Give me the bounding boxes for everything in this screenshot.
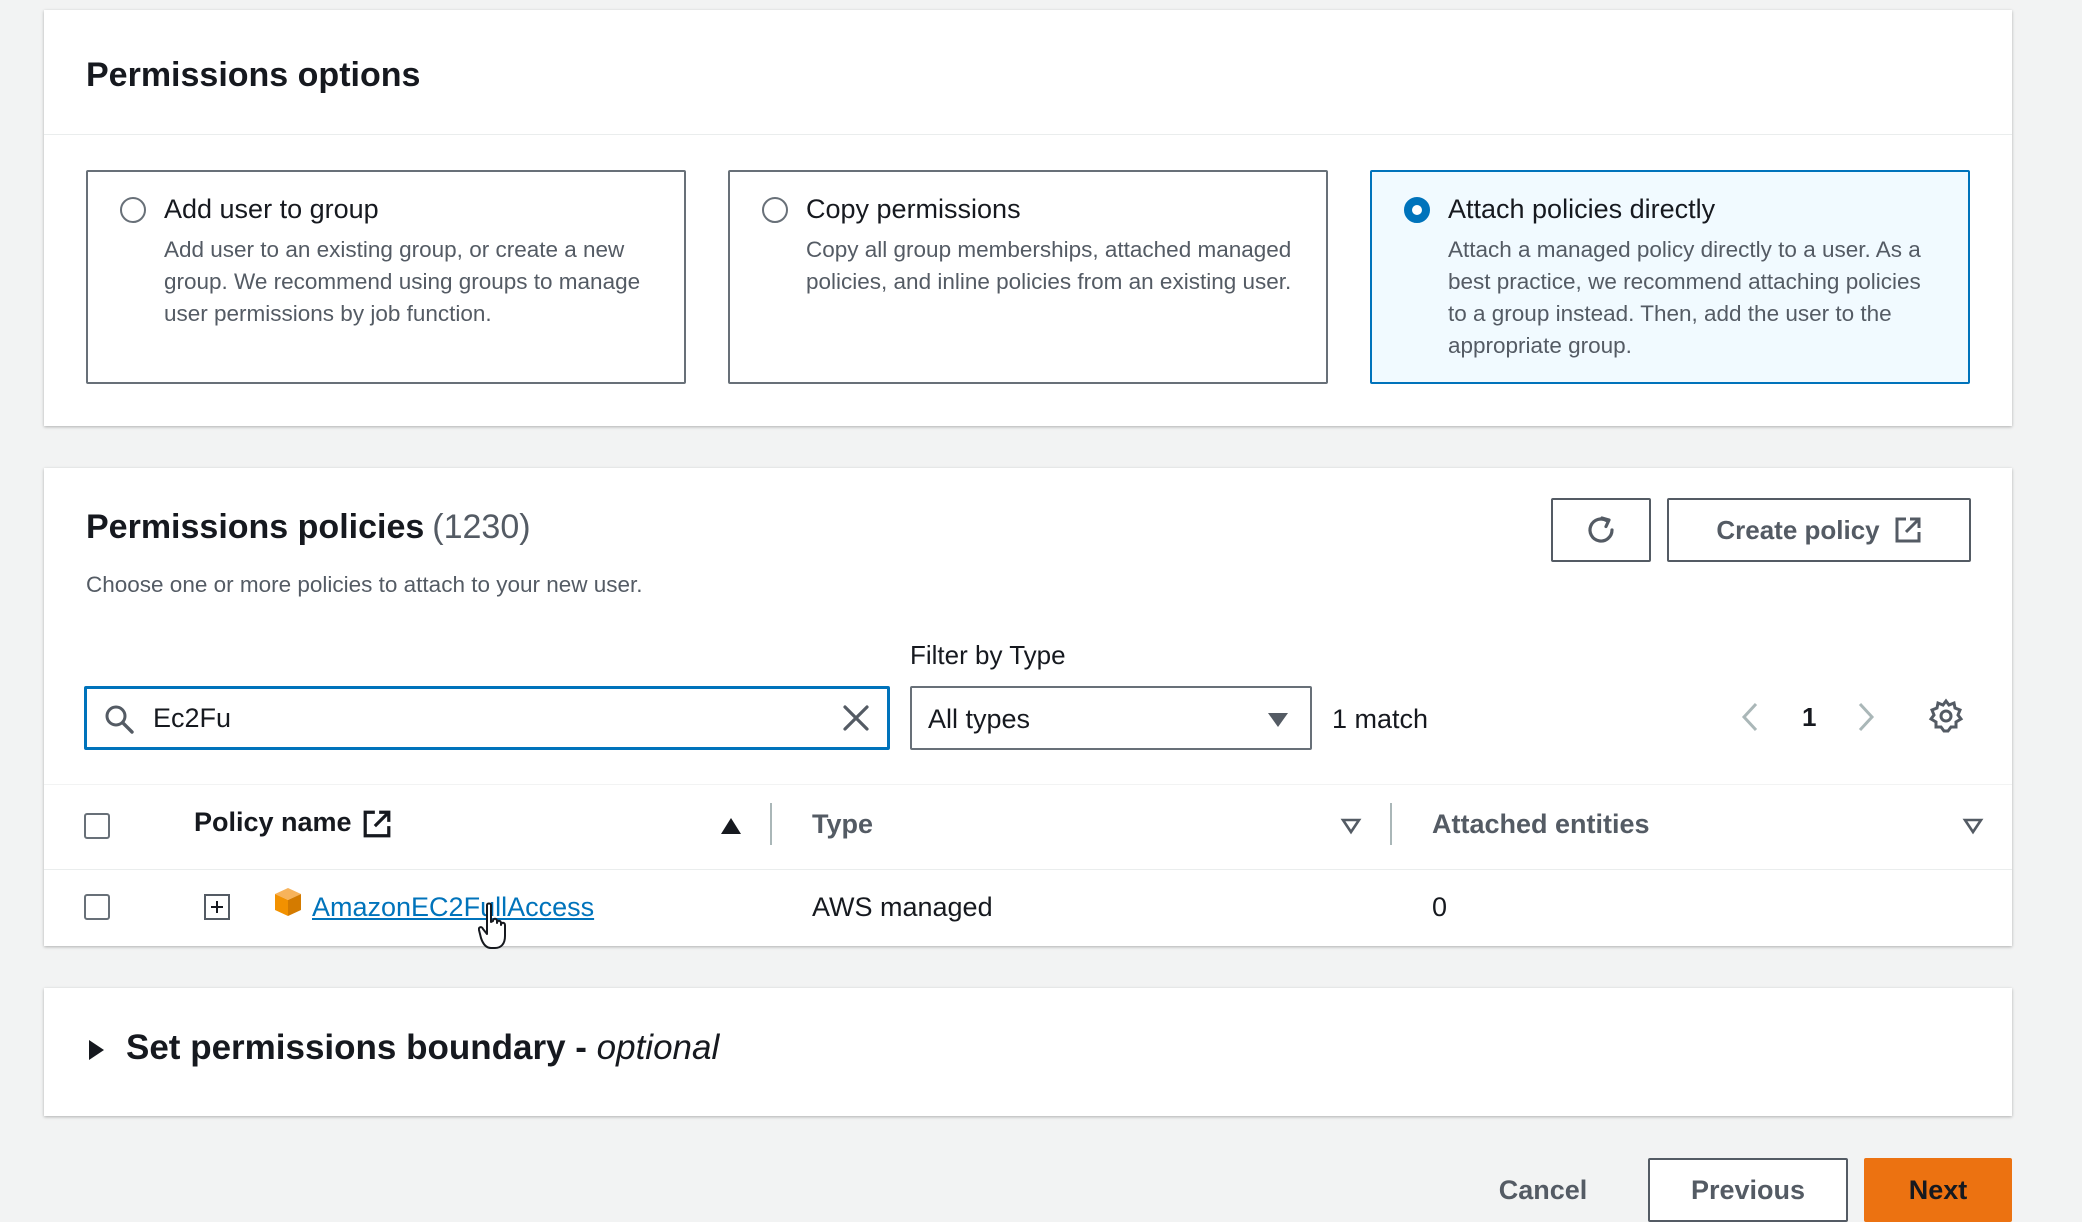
match-count: 1 match bbox=[1332, 704, 1429, 734]
gear-icon[interactable] bbox=[1928, 698, 1964, 734]
column-divider[interactable] bbox=[770, 803, 772, 845]
option-description: Attach a managed policy directly to a us… bbox=[1448, 237, 1921, 358]
table-row: AmazonEC2FullAccess AWS managed 0 bbox=[44, 868, 2012, 946]
search-icon bbox=[105, 705, 134, 734]
permissions-policies-panel: Permissions policies (1230) Choose one or… bbox=[44, 468, 2012, 946]
policy-name-link[interactable]: AmazonEC2FullAccess bbox=[312, 892, 594, 923]
policies-title-text: Permissions policies bbox=[86, 508, 425, 546]
column-type[interactable]: Type bbox=[812, 809, 873, 840]
hand-pointer-icon bbox=[478, 902, 506, 949]
option-description: Add user to an existing group, or create… bbox=[164, 237, 641, 326]
create-policy-label: Create policy bbox=[1716, 514, 1880, 545]
expand-row-icon[interactable] bbox=[204, 894, 230, 920]
permissions-boundary-panel: Set permissions boundary - optional bbox=[44, 988, 2012, 1116]
chevron-left-icon[interactable] bbox=[1738, 700, 1762, 734]
permissions-options-header: Permissions options bbox=[44, 10, 2012, 135]
create-policy-button[interactable]: Create policy bbox=[1667, 498, 1971, 562]
filter-by-type-label: Filter by Type bbox=[910, 640, 1066, 670]
column-policy-name[interactable]: Policy name bbox=[194, 807, 352, 838]
option-add-user-to-group[interactable]: Add user to group Add user to an existin… bbox=[86, 170, 686, 384]
clear-icon[interactable] bbox=[839, 701, 873, 735]
chevron-right-icon[interactable] bbox=[1854, 700, 1878, 734]
external-link-icon bbox=[1895, 517, 1921, 543]
radio-add-user-to-group[interactable] bbox=[120, 197, 146, 223]
boundary-optional: optional bbox=[596, 1028, 720, 1067]
permissions-options-title: Permissions options bbox=[86, 56, 421, 94]
cancel-button[interactable]: Cancel bbox=[1470, 1158, 1616, 1222]
filter-selected-value: All types bbox=[928, 704, 1031, 734]
filter-type-select[interactable]: All types bbox=[910, 686, 1312, 750]
page-number[interactable]: 1 bbox=[1802, 702, 1816, 733]
policy-type: AWS managed bbox=[812, 892, 993, 922]
option-copy-permissions[interactable]: Copy permissions Copy all group membersh… bbox=[728, 170, 1328, 384]
boundary-title: Set permissions boundary - bbox=[126, 1028, 597, 1067]
attached-entities-count: 0 bbox=[1432, 892, 1448, 922]
aws-managed-cube-icon bbox=[275, 888, 301, 916]
search-value: Ec2Fu bbox=[153, 703, 232, 733]
caret-right-icon[interactable] bbox=[86, 1038, 106, 1062]
option-description: Copy all group memberships, attached man… bbox=[806, 237, 1292, 294]
radio-attach-policies-directly[interactable] bbox=[1404, 197, 1430, 223]
option-title: Copy permissions bbox=[806, 194, 1021, 224]
caret-down-icon bbox=[1268, 713, 1288, 727]
option-title: Attach policies directly bbox=[1448, 194, 1716, 224]
previous-button[interactable]: Previous bbox=[1648, 1158, 1848, 1222]
permissions-boundary-toggle[interactable]: Set permissions boundary - optional bbox=[126, 1028, 719, 1068]
sort-ascending-icon[interactable] bbox=[720, 817, 742, 835]
refresh-icon bbox=[1588, 516, 1614, 543]
external-link-icon bbox=[363, 810, 391, 838]
policies-count: (1230) bbox=[432, 508, 531, 546]
policy-search-input[interactable]: Ec2Fu bbox=[84, 686, 890, 750]
option-title: Add user to group bbox=[164, 194, 379, 224]
sort-icon[interactable] bbox=[1962, 817, 1984, 835]
option-attach-policies-directly[interactable]: Attach policies directly Attach a manage… bbox=[1370, 170, 1970, 384]
permissions-policies-title: Permissions policies (1230) bbox=[86, 508, 531, 547]
table-header: Policy name Type Attached entities bbox=[44, 784, 2012, 870]
column-attached-entities[interactable]: Attached entities bbox=[1432, 809, 1650, 840]
permissions-policies-subtitle: Choose one or more policies to attach to… bbox=[86, 572, 643, 597]
radio-copy-permissions[interactable] bbox=[762, 197, 788, 223]
column-divider[interactable] bbox=[1390, 803, 1392, 845]
select-all-checkbox[interactable] bbox=[84, 813, 110, 839]
permissions-options-panel: Permissions options Add user to group Ad… bbox=[44, 10, 2012, 426]
row-checkbox[interactable] bbox=[84, 894, 110, 920]
next-button[interactable]: Next bbox=[1864, 1158, 2012, 1222]
sort-icon[interactable] bbox=[1340, 817, 1362, 835]
refresh-button[interactable] bbox=[1551, 498, 1651, 562]
